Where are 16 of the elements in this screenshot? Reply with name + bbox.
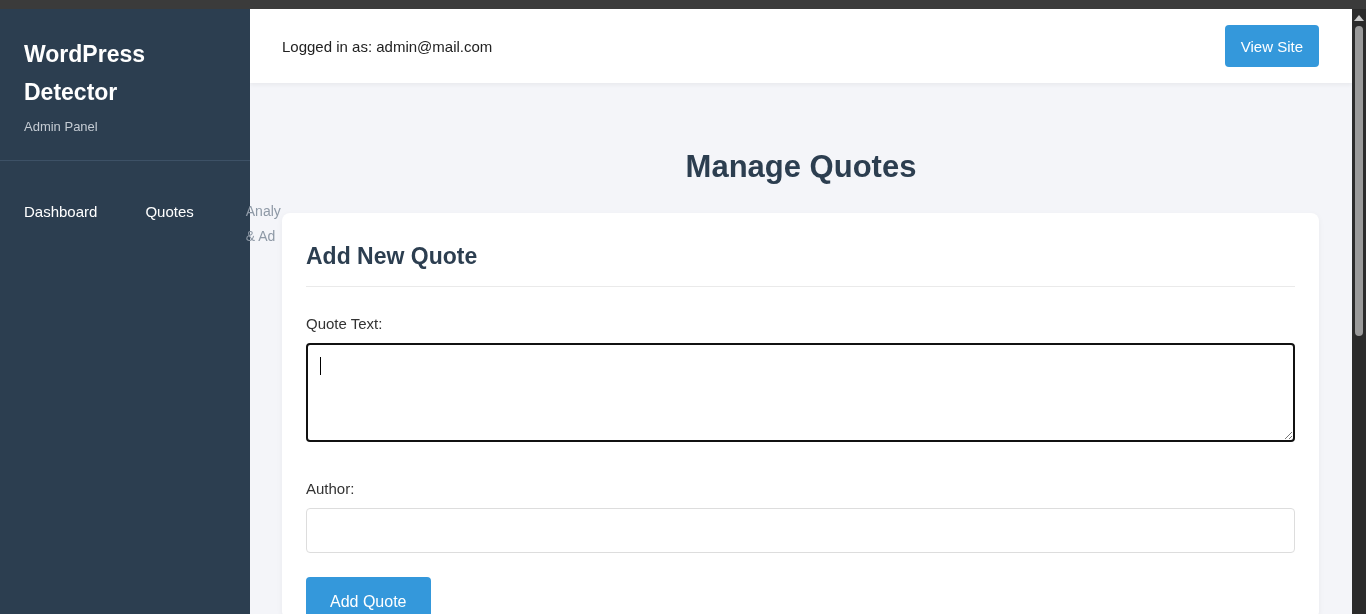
nav-link[interactable]: Dashboard — [24, 199, 98, 249]
quote-text-field[interactable] — [306, 343, 1295, 442]
field-label: Author: — [306, 480, 356, 497]
page-title: Manage Quotes — [684, 149, 918, 185]
add-quote-button[interactable]: Add Quote — [306, 577, 431, 614]
field-label: Quote Text: — [306, 315, 384, 332]
author-field[interactable] — [306, 508, 1295, 553]
card-title: Add New Quote — [306, 243, 1295, 287]
scroll-up-arrow-icon[interactable] — [1354, 15, 1364, 21]
app-title: WordPress Detector — [24, 40, 146, 107]
scrollbar[interactable] — [1352, 9, 1366, 614]
view-site-button[interactable]: View Site — [1224, 25, 1319, 67]
login-status: Logged in as: admin@mail.com — [282, 37, 493, 55]
resize-grip-icon[interactable] — [1284, 431, 1292, 439]
app-subtitle: Admin Panel — [24, 119, 99, 134]
nav-link[interactable]: Quotes — [145, 199, 194, 249]
